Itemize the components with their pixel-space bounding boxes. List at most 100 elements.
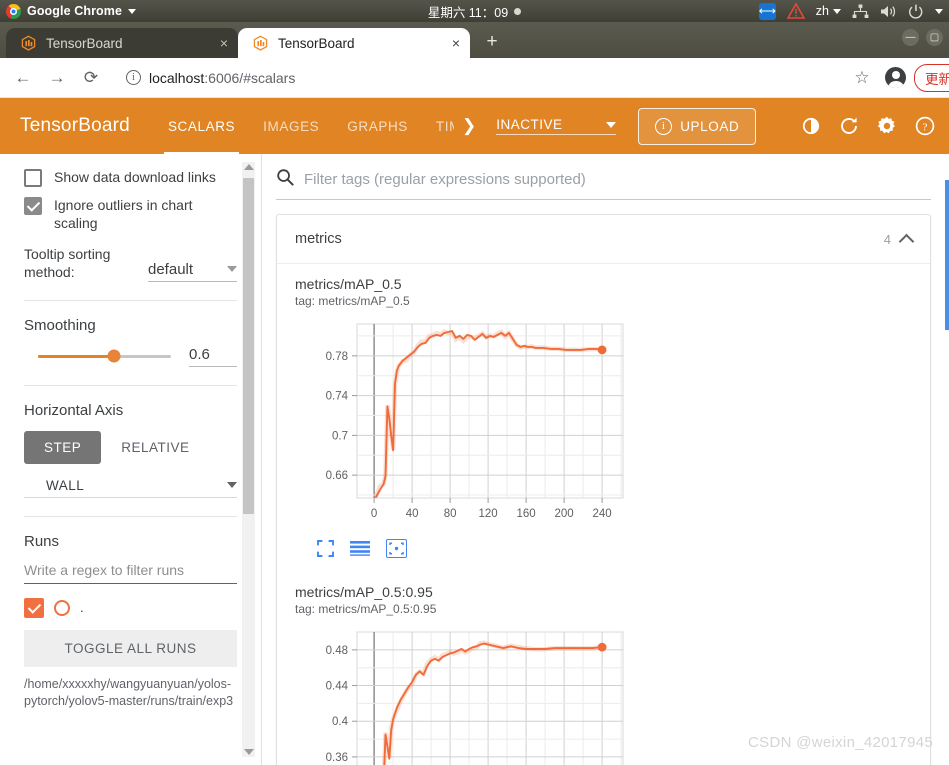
header-icon-group: ? bbox=[785, 114, 937, 138]
horizontal-axis-toggle: STEP RELATIVE bbox=[24, 430, 237, 464]
url-path: :6006/#scalars bbox=[204, 69, 296, 86]
toolbar-actions: ☆ 更新 bbox=[847, 63, 949, 93]
chevron-down-icon[interactable] bbox=[128, 8, 137, 14]
tab-scalars[interactable]: SCALARS bbox=[154, 98, 249, 154]
tag-filter-row: Filter tags (regular expressions support… bbox=[262, 154, 949, 200]
tab-images[interactable]: IMAGES bbox=[249, 98, 333, 154]
svg-text:120: 120 bbox=[479, 508, 498, 520]
axis-wall-select[interactable]: WALL bbox=[24, 478, 237, 498]
upload-label: UPLOAD bbox=[680, 118, 740, 134]
new-tab-button[interactable]: + bbox=[478, 28, 506, 56]
tab-title: TensorBoard bbox=[46, 35, 123, 51]
warning-icon[interactable] bbox=[786, 3, 805, 19]
update-button[interactable]: 更新 bbox=[914, 63, 949, 92]
teamviewer-icon[interactable]: ⟷ bbox=[759, 2, 776, 20]
os-top-panel: Google Chrome 星期六 11：09 ⟷ zh bbox=[0, 0, 949, 22]
reload-button[interactable]: ⟳ bbox=[76, 63, 106, 93]
runs-title: Runs bbox=[24, 532, 60, 550]
settings-sidebar: Show data download links Ignore outliers… bbox=[0, 154, 262, 765]
axis-step-button[interactable]: STEP bbox=[24, 430, 102, 464]
close-icon[interactable]: × bbox=[220, 36, 228, 50]
chevron-down-icon bbox=[227, 482, 237, 489]
run-state-dropdown[interactable]: INACTIVE bbox=[496, 117, 617, 135]
show-download-links-row[interactable]: Show data download links bbox=[24, 168, 237, 187]
svg-text:0.4: 0.4 bbox=[332, 716, 349, 728]
profile-avatar[interactable] bbox=[885, 67, 906, 88]
os-app-menu[interactable]: Google Chrome bbox=[6, 3, 137, 19]
chart-svg[interactable]: 0.66 0.7 0.74 0.78 0 40 80 120 160 200 240 bbox=[295, 316, 635, 528]
minimize-button[interactable]: — bbox=[902, 29, 919, 46]
tag-filter-placeholder: Filter tags (regular expressions support… bbox=[304, 171, 586, 188]
scroll-down-arrow-icon[interactable] bbox=[243, 749, 254, 755]
run-list-item[interactable]: . bbox=[24, 597, 237, 618]
browser-tab-2[interactable]: TensorBoard × bbox=[238, 28, 470, 58]
site-info-icon[interactable]: i bbox=[126, 70, 141, 85]
power-icon[interactable] bbox=[908, 4, 924, 19]
axis-relative-button[interactable]: RELATIVE bbox=[101, 431, 209, 464]
toggle-all-runs-button[interactable]: TOGGLE ALL RUNS bbox=[24, 629, 237, 667]
browser-tab-1[interactable]: TensorBoard × bbox=[6, 28, 238, 58]
nav-overflow-icon[interactable]: ❯ bbox=[454, 116, 484, 136]
network-icon[interactable] bbox=[852, 4, 869, 19]
svg-text:200: 200 bbox=[555, 508, 574, 520]
scroll-up-arrow-icon[interactable] bbox=[243, 164, 254, 170]
chart-svg[interactable]: 0.360.40.440.4804080120160200240 bbox=[295, 624, 635, 765]
chart-canvas-map05095[interactable]: 0.360.40.440.4804080120160200240 bbox=[295, 624, 912, 765]
sidebar-scrollbar[interactable] bbox=[242, 162, 255, 757]
volume-icon[interactable] bbox=[880, 4, 897, 19]
tab-time-series[interactable]: TIME SERIE bbox=[422, 98, 454, 154]
bookmark-star-icon[interactable]: ☆ bbox=[847, 63, 877, 93]
smoothing-value-input[interactable]: 0.6 bbox=[189, 346, 237, 367]
show-download-links-checkbox[interactable] bbox=[24, 169, 42, 187]
run-name-label: . bbox=[80, 600, 84, 616]
ignore-outliers-row[interactable]: Ignore outliers in chart scaling bbox=[24, 196, 237, 233]
tab-graphs[interactable]: GRAPHS bbox=[333, 98, 422, 154]
os-tray: ⟷ zh bbox=[759, 2, 943, 20]
svg-text:?: ? bbox=[923, 121, 928, 133]
run-path-label: /home/xxxxxhy/wangyuanyuan/yolos-pytorch… bbox=[24, 676, 234, 708]
recording-dot-icon bbox=[514, 7, 522, 15]
runs-filter-input[interactable]: Write a regex to filter runs bbox=[24, 562, 237, 584]
tag-filter-input[interactable]: Filter tags (regular expressions support… bbox=[276, 168, 931, 200]
os-clock[interactable]: 星期六 11：09 bbox=[428, 2, 508, 21]
main-scrollbar[interactable] bbox=[945, 180, 949, 330]
maximize-button[interactable]: ▢ bbox=[926, 29, 943, 46]
window-controls: — ▢ bbox=[902, 29, 943, 46]
chart-tag: tag: metrics/mAP_0.5:0.95 bbox=[295, 602, 437, 616]
svg-text:240: 240 bbox=[593, 508, 612, 520]
data-series-icon[interactable] bbox=[350, 539, 370, 558]
forward-button[interactable]: → bbox=[42, 63, 72, 93]
close-icon[interactable]: × bbox=[452, 36, 460, 50]
divider bbox=[24, 299, 237, 301]
chart-title: metrics/mAP_0.5:0.95 bbox=[295, 584, 433, 600]
tab-title: TensorBoard bbox=[278, 35, 355, 51]
chevron-up-icon[interactable] bbox=[898, 233, 915, 249]
chart-canvas-map05[interactable]: 0.66 0.7 0.74 0.78 0 40 80 120 160 200 240 bbox=[295, 316, 912, 533]
info-icon: i bbox=[655, 117, 673, 135]
run-color-swatch[interactable] bbox=[54, 599, 70, 616]
run-enabled-checkbox[interactable] bbox=[24, 597, 44, 618]
address-bar[interactable]: i localhost:6006/#scalars bbox=[116, 64, 843, 92]
fit-domain-icon[interactable] bbox=[386, 539, 407, 558]
metrics-card-header[interactable]: metrics 4 bbox=[277, 215, 930, 264]
tensorboard-brand[interactable]: TensorBoard bbox=[0, 115, 154, 137]
smoothing-slider-knob[interactable] bbox=[107, 349, 121, 363]
language-indicator[interactable]: zh bbox=[816, 4, 841, 18]
tooltip-sorting-row: Tooltip sorting method: default bbox=[24, 245, 237, 282]
ignore-outliers-checkbox[interactable] bbox=[24, 197, 42, 215]
chevron-down-icon[interactable] bbox=[935, 8, 943, 14]
smoothing-slider[interactable] bbox=[38, 349, 171, 363]
refresh-icon[interactable] bbox=[837, 114, 861, 138]
back-button[interactable]: ← bbox=[8, 63, 38, 93]
tooltip-sorting-select[interactable]: default bbox=[148, 261, 237, 282]
upload-button[interactable]: i UPLOAD bbox=[638, 107, 757, 145]
scrollbar-thumb[interactable] bbox=[243, 178, 254, 514]
brightness-icon[interactable] bbox=[799, 114, 823, 138]
search-icon bbox=[276, 168, 294, 191]
language-label: zh bbox=[815, 4, 829, 18]
help-icon[interactable]: ? bbox=[913, 114, 937, 138]
metrics-card-count: 4 bbox=[883, 231, 891, 247]
gear-icon[interactable] bbox=[875, 114, 899, 138]
fullscreen-icon[interactable] bbox=[317, 539, 334, 558]
chevron-down-icon bbox=[606, 121, 617, 128]
